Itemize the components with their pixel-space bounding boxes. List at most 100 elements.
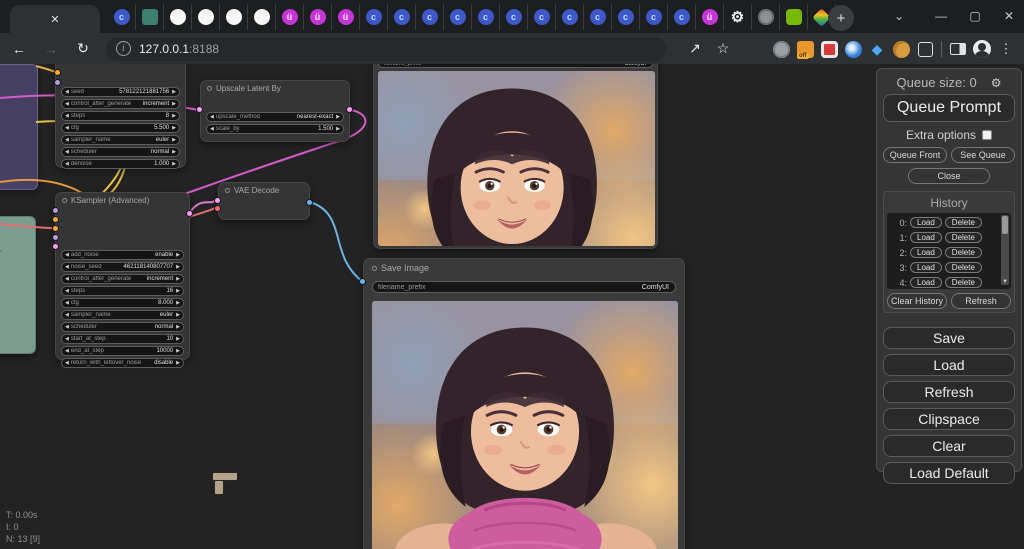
refresh-button[interactable]: Refresh (883, 381, 1015, 403)
widget-upscale-method[interactable]: ◀upscale_methodnearest-exact▶ (206, 112, 344, 122)
widget-return-with-leftover-noise[interactable]: ◀return_with_leftover_noisedisable▶ (61, 358, 184, 368)
slot-conditioning[interactable] (54, 69, 61, 76)
history-delete-button[interactable]: Delete (945, 232, 982, 243)
tab-github-3[interactable] (220, 4, 248, 30)
history-list[interactable]: 0: Load Delete 1: Load Delete 2: Load De… (887, 213, 1011, 289)
slot-model[interactable] (52, 207, 59, 214)
clipspace-button[interactable]: Clipspace (883, 408, 1015, 430)
node-upscale-latent-by[interactable]: Upscale Latent By ◀upscale_methodnearest… (200, 80, 350, 142)
reload-button[interactable]: ↻ (70, 36, 96, 62)
tab-c-5[interactable]: c (472, 4, 500, 30)
negative-prompt-node[interactable]: w 8.5], tilated, limbs, missing necklace… (0, 216, 36, 354)
tab-c-6[interactable]: c (500, 4, 528, 30)
history-scrollbar[interactable]: ▼ (1001, 215, 1009, 285)
tab-c-2[interactable]: c (388, 4, 416, 30)
history-load-button[interactable]: Load (910, 232, 942, 243)
widget-filename-prefix[interactable]: filename_prefix ComfyUI (372, 281, 676, 293)
slot-latent-out[interactable] (346, 106, 353, 113)
back-button[interactable]: ← (6, 36, 32, 62)
slot-image-out[interactable] (306, 199, 313, 206)
history-delete-button[interactable]: Delete (945, 262, 982, 273)
load-button[interactable]: Load (883, 354, 1015, 376)
slot-samples[interactable] (214, 197, 221, 204)
node-save-image[interactable]: Save Image filename_prefix ComfyUI (363, 258, 685, 549)
slot-images-in[interactable] (359, 278, 366, 285)
widget-denoise[interactable]: ◀denoise1.000▶ (61, 159, 180, 169)
node-image-preview[interactable]: filename_prefix ComfyUI (373, 64, 658, 249)
slot-extra[interactable] (52, 234, 59, 241)
tab-github-4[interactable] (248, 4, 276, 30)
node-vae-decode[interactable]: VAE Decode (218, 182, 310, 220)
extension-off-icon[interactable]: off (793, 37, 817, 61)
bookmark-star-icon[interactable]: ☆ (710, 36, 736, 62)
queue-front-button[interactable]: Queue Front (883, 147, 947, 163)
tab-github-2[interactable] (192, 4, 220, 30)
address-bar[interactable]: i 127.0.0.1:8188 (106, 37, 666, 61)
tab-globe[interactable] (752, 4, 780, 30)
widget-scheduler[interactable]: ◀schedulernormal▶ (61, 322, 184, 332)
slot-model[interactable] (54, 79, 61, 86)
extension-cookie-icon[interactable] (889, 37, 913, 61)
extra-options-checkbox[interactable] (982, 130, 992, 140)
widget-steps[interactable]: ◀steps16▶ (61, 286, 184, 296)
widget-end-at-step[interactable]: ◀end_at_step10000▶ (61, 346, 184, 356)
collapse-icon[interactable] (62, 198, 67, 203)
tab-close-icon[interactable]: ✕ (44, 11, 65, 28)
see-queue-button[interactable]: See Queue (951, 147, 1015, 163)
extensions-puzzle-icon[interactable] (913, 37, 937, 61)
positive-prompt-node[interactable]: iling ile, soft RAW, urred n the led nsi… (0, 64, 38, 190)
node-ksampler-advanced[interactable]: KSampler (Advanced) ◀add_noiseenable▶ ◀n… (55, 192, 190, 360)
collapse-icon[interactable] (225, 188, 230, 193)
window-minimize-button[interactable]: — (926, 2, 956, 30)
widget-scale-by[interactable]: ◀scale_by1.500▶ (206, 124, 344, 134)
history-load-button[interactable]: Load (910, 277, 942, 288)
tab-c-10[interactable]: c (612, 4, 640, 30)
scrollbar-thumb[interactable] (1002, 216, 1008, 234)
node-ksampler[interactable]: ◀seed578122121881756▶ ◀control_after_gen… (55, 64, 186, 168)
window-close-button[interactable]: ✕ (994, 2, 1024, 30)
tab-c-11[interactable]: c (640, 4, 668, 30)
widget-scheduler[interactable]: ◀schedulernormal▶ (61, 147, 180, 157)
tab-purple-2[interactable]: ü (304, 4, 332, 30)
widget-cfg[interactable]: ◀cfg5.500▶ (61, 123, 180, 133)
tab-search-chevron-icon[interactable]: ⌄ (884, 2, 914, 30)
history-refresh-button[interactable]: Refresh (951, 293, 1011, 309)
extension-globe-icon[interactable] (769, 37, 793, 61)
tab-github-1[interactable] (164, 4, 192, 30)
settings-gear-icon[interactable]: ⚙ (991, 76, 1002, 90)
queue-prompt-button[interactable]: Queue Prompt (883, 94, 1015, 122)
profile-avatar[interactable] (970, 37, 994, 61)
collapse-icon[interactable] (372, 266, 377, 271)
clear-history-button[interactable]: Clear History (887, 293, 947, 309)
slot-latent-in[interactable] (196, 106, 203, 113)
save-button[interactable]: Save (883, 327, 1015, 349)
widget-seed[interactable]: ◀seed578122121881756▶ (61, 87, 180, 97)
tab-purple-1[interactable]: ü (276, 4, 304, 30)
history-load-button[interactable]: Load (910, 247, 942, 258)
close-button[interactable]: Close (908, 168, 990, 184)
history-load-button[interactable]: Load (910, 262, 942, 273)
widget-sampler-name[interactable]: ◀sampler_nameeuler▶ (61, 310, 184, 320)
scroll-down-icon[interactable]: ▼ (1002, 279, 1008, 285)
widget-control-after-generate[interactable]: ◀control_after_generateincrement▶ (61, 99, 180, 109)
slot-vae[interactable] (214, 205, 221, 212)
site-info-icon[interactable]: i (116, 41, 131, 56)
widget-cfg[interactable]: ◀cfg8.000▶ (61, 298, 184, 308)
browser-menu-icon[interactable]: ⋮ (994, 37, 1018, 61)
widget-control-after-generate[interactable]: ◀control_after_generateincrement▶ (61, 274, 184, 284)
widget-steps[interactable]: ◀steps8▶ (61, 111, 180, 121)
collapse-icon[interactable] (207, 86, 212, 91)
extension-red-icon[interactable] (817, 37, 841, 61)
extension-gem-icon[interactable]: ◆ (865, 37, 889, 61)
clear-button[interactable]: Clear (883, 435, 1015, 457)
tab-c-9[interactable]: c (584, 4, 612, 30)
widget-start-at-step[interactable]: ◀start_at_step10▶ (61, 334, 184, 344)
tab-c-4[interactable]: c (444, 4, 472, 30)
history-delete-button[interactable]: Delete (945, 277, 982, 288)
widget-add-noise[interactable]: ◀add_noiseenable▶ (61, 250, 184, 260)
widget-noise-seed[interactable]: ◀noise_seed462118140807707▶ (61, 262, 184, 272)
reroute-node[interactable] (212, 472, 238, 496)
window-maximize-button[interactable]: ▢ (960, 2, 990, 30)
tab-purple-3[interactable]: ü (332, 4, 360, 30)
new-tab-button[interactable]: + (828, 5, 854, 31)
